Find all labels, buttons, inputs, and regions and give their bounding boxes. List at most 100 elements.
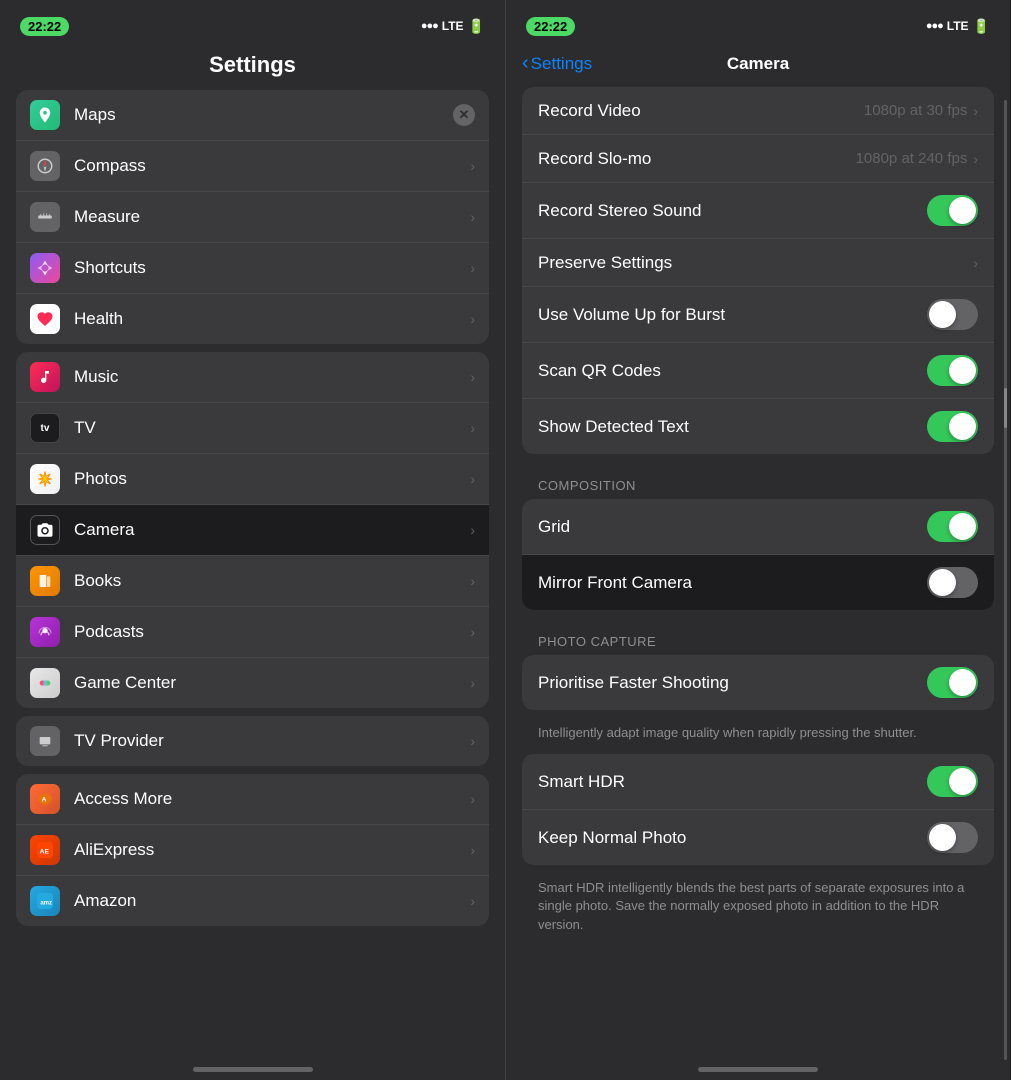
health-icon <box>30 304 60 334</box>
prioritise-shooting-toggle[interactable] <box>927 667 978 698</box>
gamecenter-chevron: › <box>470 675 475 691</box>
camera-row-show-detected[interactable]: Show Detected Text <box>522 399 994 454</box>
settings-row-shortcuts[interactable]: Shortcuts › <box>16 243 489 294</box>
health-chevron: › <box>470 311 475 327</box>
right-home-indicator <box>698 1067 818 1072</box>
settings-row-accessmore[interactable]: A Access More › <box>16 774 489 825</box>
settings-row-measure[interactable]: Measure › <box>16 192 489 243</box>
measure-icon <box>30 202 60 232</box>
settings-row-music[interactable]: Music › <box>16 352 489 403</box>
smart-hdr-label: Smart HDR <box>538 772 927 792</box>
preserve-settings-chevron: › <box>973 255 978 271</box>
svg-text:amz: amz <box>40 900 52 906</box>
tv-label: TV <box>74 418 470 438</box>
shortcuts-chevron: › <box>470 260 475 276</box>
podcasts-chevron: › <box>470 624 475 640</box>
record-slomo-value: 1080p at 240 fps <box>856 150 968 167</box>
shortcuts-label: Shortcuts <box>74 258 470 278</box>
battery-icon: 🔋 <box>468 18 485 35</box>
camera-row-stereo[interactable]: Record Stereo Sound <box>522 183 994 239</box>
settings-row-health[interactable]: Health › <box>16 294 489 344</box>
composition-header: COMPOSITION <box>506 462 1010 499</box>
settings-row-aliexpress[interactable]: AE AliExpress › <box>16 825 489 876</box>
right-status-bar: 22:22 ●●● LTE 🔋 <box>506 0 1010 44</box>
back-label: Settings <box>531 54 592 74</box>
camera-row-keep-normal[interactable]: Keep Normal Photo <box>522 810 994 865</box>
settings-row-amazon[interactable]: amz Amazon › <box>16 876 489 926</box>
settings-row-gamecenter[interactable]: Game Center › <box>16 658 489 708</box>
smart-hdr-toggle[interactable] <box>927 766 978 797</box>
photos-chevron: › <box>470 471 475 487</box>
settings-row-maps[interactable]: Maps ✕ <box>16 90 489 141</box>
show-detected-toggle[interactable] <box>927 411 978 442</box>
accessmore-label: Access More <box>74 789 470 809</box>
books-icon <box>30 566 60 596</box>
camera-row-grid[interactable]: Grid <box>522 499 994 555</box>
show-detected-label: Show Detected Text <box>538 417 927 437</box>
camera-row-volume-burst[interactable]: Use Volume Up for Burst <box>522 287 994 343</box>
maps-close-badge[interactable]: ✕ <box>453 104 475 126</box>
scroll-track <box>1004 100 1007 1060</box>
scan-qr-toggle[interactable] <box>927 355 978 386</box>
settings-row-compass[interactable]: Compass › <box>16 141 489 192</box>
settings-section-3: TV Provider › <box>16 716 489 766</box>
settings-row-podcasts[interactable]: Podcasts › <box>16 607 489 658</box>
settings-row-photos[interactable]: Photos › <box>16 454 489 505</box>
left-status-bar: 22:22 ●●● LTE 🔋 <box>0 0 505 44</box>
hdr-footer: Smart HDR intelligently blends the best … <box>506 873 1010 946</box>
record-slomo-label: Record Slo-mo <box>538 149 856 169</box>
mirror-front-label: Mirror Front Camera <box>538 573 927 593</box>
settings-list: Maps ✕ Compass › <box>0 90 505 934</box>
camera-row-smart-hdr[interactable]: Smart HDR <box>522 754 994 810</box>
settings-row-books[interactable]: Books › <box>16 556 489 607</box>
tvprovider-chevron: › <box>470 733 475 749</box>
keep-normal-label: Keep Normal Photo <box>538 828 927 848</box>
right-panel: 22:22 ●●● LTE 🔋 ‹ Settings Camera Record… <box>505 0 1010 1080</box>
volume-burst-label: Use Volume Up for Burst <box>538 305 927 325</box>
aliexpress-chevron: › <box>470 842 475 858</box>
settings-row-tvprovider[interactable]: TV Provider › <box>16 716 489 766</box>
record-stereo-toggle[interactable] <box>927 195 978 226</box>
volume-burst-toggle[interactable] <box>927 299 978 330</box>
settings-title: Settings <box>0 44 505 90</box>
camera-main-section: Record Video 1080p at 30 fps › Record Sl… <box>522 87 994 454</box>
record-video-chevron: › <box>973 103 978 119</box>
record-video-label: Record Video <box>538 101 864 121</box>
grid-toggle[interactable] <box>927 511 978 542</box>
camera-nav: ‹ Settings Camera <box>506 44 1010 87</box>
tv-chevron: › <box>470 420 475 436</box>
right-time: 22:22 <box>526 17 575 36</box>
camera-hdr-section: Smart HDR Keep Normal Photo <box>522 754 994 865</box>
back-button[interactable]: ‹ Settings <box>522 52 592 75</box>
camera-row-record-slomo[interactable]: Record Slo-mo 1080p at 240 fps › <box>522 135 994 183</box>
prioritise-shooting-label: Prioritise Faster Shooting <box>538 673 927 693</box>
right-battery-icon: 🔋 <box>973 18 990 35</box>
right-signal-icon: ●●● <box>926 20 943 32</box>
camera-row-mirror-front[interactable]: Mirror Front Camera <box>522 555 994 610</box>
music-label: Music <box>74 367 470 387</box>
amazon-label: Amazon <box>74 891 470 911</box>
camera-row-preserve[interactable]: Preserve Settings › <box>522 239 994 287</box>
measure-label: Measure <box>74 207 470 227</box>
settings-section-1: Maps ✕ Compass › <box>16 90 489 344</box>
mirror-front-toggle[interactable] <box>927 567 978 598</box>
compass-label: Compass <box>74 156 470 176</box>
gamecenter-label: Game Center <box>74 673 470 693</box>
shortcuts-icon <box>30 253 60 283</box>
camera-row-scan-qr[interactable]: Scan QR Codes <box>522 343 994 399</box>
accessmore-icon: A <box>30 784 60 814</box>
grid-label: Grid <box>538 517 927 537</box>
health-label: Health <box>74 309 470 329</box>
settings-row-tv[interactable]: tv TV › <box>16 403 489 454</box>
camera-row-record-video[interactable]: Record Video 1080p at 30 fps › <box>522 87 994 135</box>
camera-chevron: › <box>470 522 475 538</box>
keep-normal-toggle[interactable] <box>927 822 978 853</box>
maps-label: Maps <box>74 105 453 125</box>
record-slomo-chevron: › <box>973 151 978 167</box>
podcasts-label: Podcasts <box>74 622 470 642</box>
aliexpress-icon: AE <box>30 835 60 865</box>
compass-chevron: › <box>470 158 475 174</box>
settings-section-4: A Access More › AE AliExpress › <box>16 774 489 926</box>
camera-row-prioritise[interactable]: Prioritise Faster Shooting <box>522 655 994 710</box>
settings-row-camera[interactable]: Camera › <box>16 505 489 556</box>
